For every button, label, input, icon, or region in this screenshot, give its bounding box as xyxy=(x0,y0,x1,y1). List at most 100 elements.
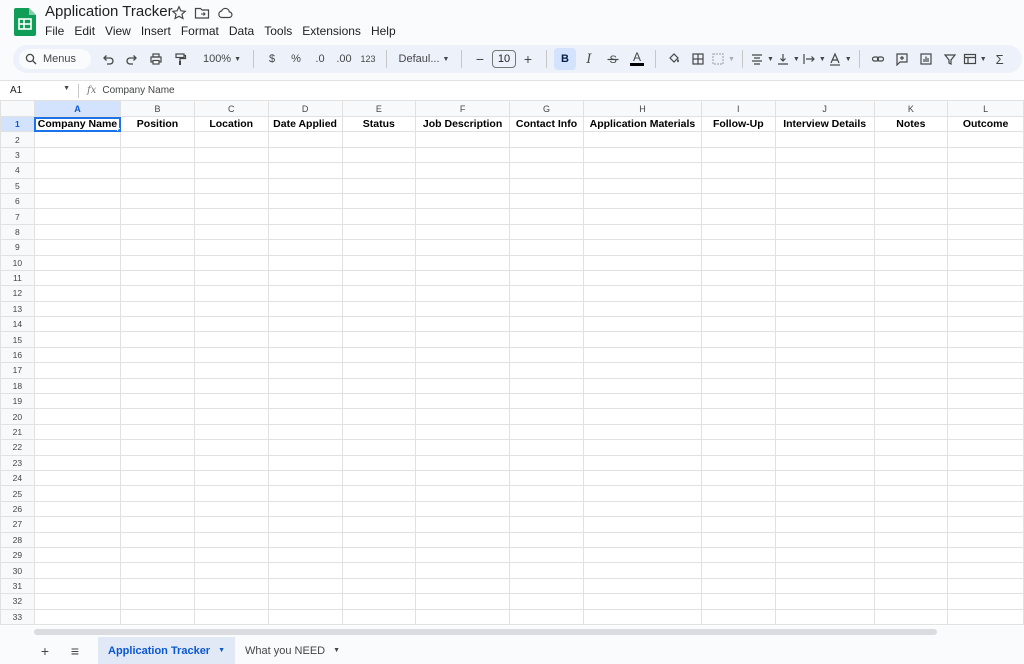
cell-d20[interactable] xyxy=(267,408,343,425)
cell-k5[interactable] xyxy=(873,177,949,194)
cell-h18[interactable] xyxy=(582,377,702,395)
menu-edit[interactable]: Edit xyxy=(69,22,100,40)
cell-k32[interactable] xyxy=(873,593,949,610)
cell-j29[interactable] xyxy=(774,546,875,564)
cell-b16[interactable] xyxy=(120,346,195,364)
cell-k33[interactable] xyxy=(873,608,949,625)
vertical-align-icon[interactable]: ▼ xyxy=(776,48,800,70)
cell-a15[interactable] xyxy=(33,331,122,348)
cell-h25[interactable] xyxy=(582,485,702,502)
cell-a6[interactable] xyxy=(33,192,122,210)
cell-f17[interactable] xyxy=(415,362,511,379)
cell-d5[interactable] xyxy=(267,177,343,194)
cell-e30[interactable] xyxy=(341,562,417,579)
row-header[interactable]: 3 xyxy=(0,146,35,164)
cell-a4[interactable] xyxy=(33,162,122,179)
strikethrough-icon[interactable]: S xyxy=(602,48,624,70)
cell-f6[interactable] xyxy=(415,192,511,210)
cell-d28[interactable] xyxy=(267,531,343,548)
cell-a12[interactable] xyxy=(33,285,122,302)
merge-cells-icon[interactable]: ▼ xyxy=(711,48,735,70)
cell-h32[interactable] xyxy=(582,593,702,610)
cell-e1[interactable]: Status xyxy=(341,115,417,133)
cell-i6[interactable] xyxy=(700,192,776,210)
cell-g23[interactable] xyxy=(509,454,584,471)
cell-i7[interactable] xyxy=(700,208,776,225)
cell-j18[interactable] xyxy=(774,377,875,395)
cell-i12[interactable] xyxy=(700,285,776,302)
cell-i10[interactable] xyxy=(700,254,776,271)
cell-h8[interactable] xyxy=(582,223,702,241)
cell-h17[interactable] xyxy=(582,362,702,379)
cell-d24[interactable] xyxy=(267,469,343,487)
cell-j8[interactable] xyxy=(774,223,875,241)
cell-g13[interactable] xyxy=(509,300,584,318)
cell-f21[interactable] xyxy=(415,423,511,441)
cell-g4[interactable] xyxy=(509,162,584,179)
cell-c25[interactable] xyxy=(193,485,269,502)
cell-c10[interactable] xyxy=(193,254,269,271)
column-header-e[interactable]: E xyxy=(341,100,417,117)
cell-l23[interactable] xyxy=(947,454,1024,471)
font-family-select[interactable]: Defaul... ▼ xyxy=(394,48,454,70)
cell-d19[interactable] xyxy=(267,393,343,410)
cell-f27[interactable] xyxy=(415,516,511,533)
cell-l12[interactable] xyxy=(947,285,1024,302)
text-color-button[interactable]: A xyxy=(626,48,648,70)
cell-b28[interactable] xyxy=(120,531,195,548)
cell-e11[interactable] xyxy=(341,269,417,287)
column-header-l[interactable]: L xyxy=(947,100,1024,117)
cell-i24[interactable] xyxy=(700,469,776,487)
cell-g2[interactable] xyxy=(509,131,584,148)
cell-c18[interactable] xyxy=(193,377,269,395)
cell-b11[interactable] xyxy=(120,269,195,287)
cell-h26[interactable] xyxy=(582,500,702,518)
cell-h21[interactable] xyxy=(582,423,702,441)
cell-l33[interactable] xyxy=(947,608,1024,625)
cell-k3[interactable] xyxy=(873,146,949,164)
row-header[interactable]: 18 xyxy=(0,377,35,395)
cell-a8[interactable] xyxy=(33,223,122,241)
cell-k12[interactable] xyxy=(873,285,949,302)
cell-g28[interactable] xyxy=(509,531,584,548)
cell-l15[interactable] xyxy=(947,331,1024,348)
cell-d25[interactable] xyxy=(267,485,343,502)
cell-k29[interactable] xyxy=(873,546,949,564)
cell-a16[interactable] xyxy=(33,346,122,364)
insert-comment-icon[interactable] xyxy=(891,48,913,70)
cell-a19[interactable] xyxy=(33,393,122,410)
cell-e17[interactable] xyxy=(341,362,417,379)
cell-h11[interactable] xyxy=(582,269,702,287)
cell-d4[interactable] xyxy=(267,162,343,179)
menu-help[interactable]: Help xyxy=(366,22,401,40)
cell-g10[interactable] xyxy=(509,254,584,271)
cell-d11[interactable] xyxy=(267,269,343,287)
row-header[interactable]: 11 xyxy=(0,269,35,287)
cell-k17[interactable] xyxy=(873,362,949,379)
cell-g12[interactable] xyxy=(509,285,584,302)
cell-b2[interactable] xyxy=(120,131,195,148)
italic-button[interactable]: I xyxy=(578,48,600,70)
cell-l32[interactable] xyxy=(947,593,1024,610)
cell-g32[interactable] xyxy=(509,593,584,610)
cell-b6[interactable] xyxy=(120,192,195,210)
star-icon[interactable] xyxy=(171,5,187,21)
cell-f23[interactable] xyxy=(415,454,511,471)
cell-a26[interactable] xyxy=(33,500,122,518)
cell-l3[interactable] xyxy=(947,146,1024,164)
cell-a13[interactable] xyxy=(33,300,122,318)
decrease-decimal-button[interactable]: .0 xyxy=(309,48,331,70)
fill-handle[interactable] xyxy=(117,128,120,131)
cell-d22[interactable] xyxy=(267,439,343,456)
cell-j33[interactable] xyxy=(774,608,875,625)
cell-e10[interactable] xyxy=(341,254,417,271)
cell-c1[interactable]: Location xyxy=(193,115,269,133)
cell-k22[interactable] xyxy=(873,439,949,456)
cell-h13[interactable] xyxy=(582,300,702,318)
cell-c15[interactable] xyxy=(193,331,269,348)
column-header-f[interactable]: F xyxy=(415,100,511,117)
chevron-down-icon[interactable]: ▼ xyxy=(333,647,340,654)
cell-l14[interactable] xyxy=(947,316,1024,333)
cell-f13[interactable] xyxy=(415,300,511,318)
cell-c11[interactable] xyxy=(193,269,269,287)
